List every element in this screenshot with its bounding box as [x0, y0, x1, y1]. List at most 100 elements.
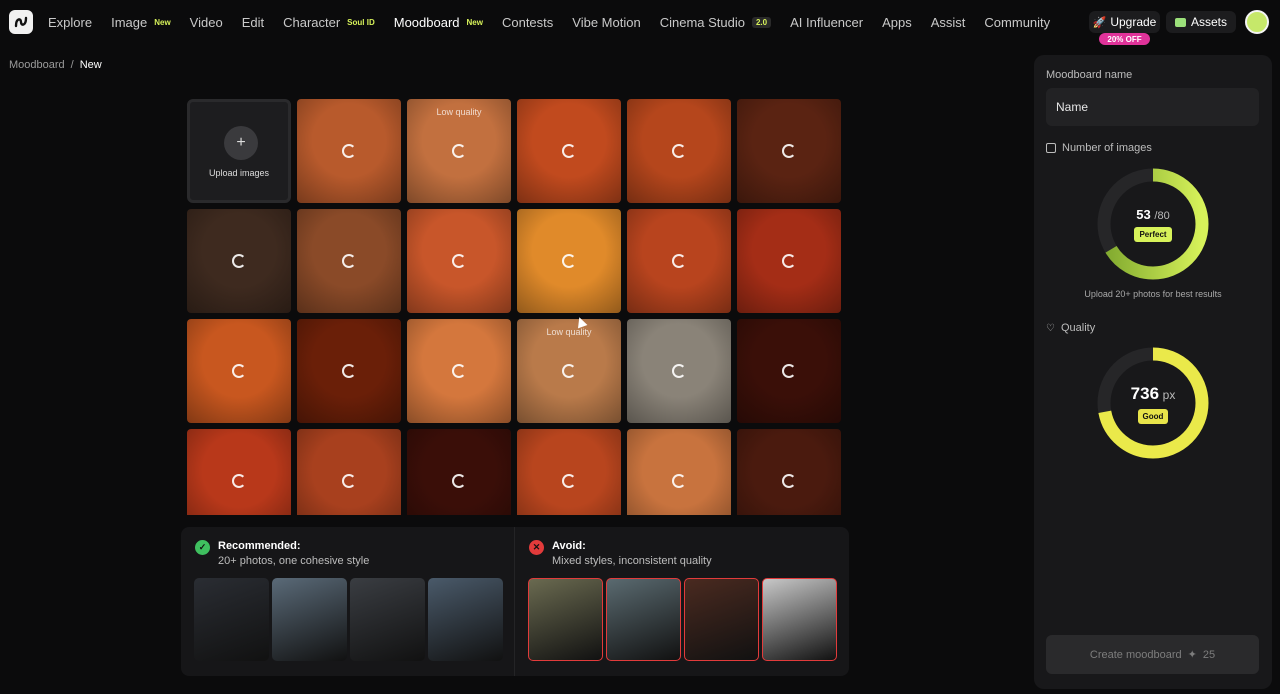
avoid-example-thumb — [606, 578, 681, 661]
moodboard-image-tile[interactable] — [297, 319, 401, 423]
assets-button[interactable]: Assets — [1166, 11, 1236, 33]
moodboard-image-tile[interactable] — [517, 429, 621, 515]
count-max: /80 — [1154, 210, 1170, 222]
low-quality-label: Low quality — [546, 327, 592, 337]
moodboard-image-tile[interactable]: Low quality — [407, 99, 511, 203]
loading-spinner-icon — [562, 474, 576, 488]
moodboard-image-tile[interactable] — [407, 319, 511, 423]
x-icon: ✕ — [529, 540, 544, 555]
nav-item-label: AI Influencer — [790, 14, 864, 30]
rocket-icon: 🚀 — [1092, 16, 1107, 29]
moodboard-image-tile[interactable] — [627, 209, 731, 313]
moodboard-image-tile[interactable] — [517, 99, 621, 203]
sparkle-icon: ✦ — [1187, 649, 1197, 661]
low-quality-label: Low quality — [436, 107, 482, 117]
nav-item-label: Explore — [48, 14, 93, 30]
avoid-section: ✕ Avoid: Mixed styles, inconsistent qual… — [515, 527, 849, 676]
recommended-example-thumb — [428, 578, 503, 661]
image-icon — [1046, 143, 1056, 153]
nav-item-image[interactable]: Image New — [111, 15, 171, 30]
moodboard-image-tile[interactable] — [627, 319, 731, 423]
nav-item-label: Edit — [241, 14, 265, 30]
breadcrumb-root[interactable]: Moodboard — [9, 59, 65, 71]
upload-images-button[interactable]: + Upload images — [187, 99, 291, 203]
nav-item-video[interactable]: Video — [190, 15, 223, 30]
loading-spinner-icon — [452, 144, 466, 158]
nav-item-label: Assist — [930, 14, 966, 30]
loading-spinner-icon — [452, 474, 466, 488]
moodboard-image-tile[interactable]: Low quality — [517, 319, 621, 423]
check-icon: ✓ — [195, 540, 210, 555]
loading-spinner-icon — [672, 474, 686, 488]
nav-item-label: Character — [283, 14, 341, 30]
avoid-title: Avoid: — [552, 540, 586, 552]
top-navigation: Explore Image New Video Edit Character Soul ID… — [0, 0, 1280, 45]
moodboard-image-tile[interactable] — [187, 209, 291, 313]
moodboard-settings-panel: Moodboard name Number of images 53 /80 P… — [1034, 55, 1272, 689]
moodboard-image-tile[interactable] — [407, 209, 511, 313]
create-moodboard-button[interactable]: Create moodboard ✦ 25 — [1046, 635, 1259, 674]
nav-item-vibe-motion[interactable]: Vibe Motion — [572, 15, 640, 30]
moodboard-name-input[interactable] — [1046, 88, 1259, 126]
nav-item-cinema-studio[interactable]: Cinema Studio 2.0 — [660, 15, 772, 30]
nav-item-apps[interactable]: Apps — [882, 15, 912, 30]
loading-spinner-icon — [672, 254, 686, 268]
moodboard-image-tile[interactable] — [737, 319, 841, 423]
count-hint: Upload 20+ photos for best results — [1084, 289, 1222, 299]
quality-label-row: ♡ Quality — [1046, 322, 1095, 334]
moodboard-image-tile[interactable] — [627, 99, 731, 203]
quality-gauge: 736 px Good — [1097, 347, 1209, 459]
moodboard-image-tile[interactable] — [627, 429, 731, 515]
quality-unit: px — [1162, 388, 1176, 402]
moodboard-image-tile[interactable] — [297, 429, 401, 515]
nav-item-ai-influencer[interactable]: AI Influencer — [790, 15, 863, 30]
recommended-section: ✓ Recommended: 20+ photos, one cohesive … — [181, 527, 514, 676]
nav-item-edit[interactable]: Edit — [242, 15, 264, 30]
upgrade-button[interactable]: 🚀 Upgrade — [1089, 11, 1160, 33]
upload-label: Upload images — [208, 168, 270, 178]
moodboard-image-tile[interactable] — [737, 99, 841, 203]
loading-spinner-icon — [782, 474, 796, 488]
nav-item-label: Apps — [882, 14, 912, 30]
nav-item-contests[interactable]: Contests — [502, 15, 553, 30]
nav-item-label: Video — [189, 14, 223, 30]
user-avatar[interactable] — [1245, 10, 1269, 34]
recommended-example-thumb — [194, 578, 269, 661]
count-status-badge: Perfect — [1134, 227, 1172, 242]
loading-spinner-icon — [782, 144, 796, 158]
nav-item-label: Community — [984, 14, 1051, 30]
moodboard-image-tile[interactable] — [737, 209, 841, 313]
loading-spinner-icon — [672, 144, 686, 158]
nav-item-community[interactable]: Community — [984, 15, 1050, 30]
image-count-gauge: 53 /80 Perfect — [1097, 168, 1209, 280]
moodboard-image-tile[interactable] — [297, 209, 401, 313]
moodboard-image-tile[interactable] — [407, 429, 511, 515]
quality-value: 736 — [1130, 384, 1160, 403]
moodboard-image-tile[interactable] — [297, 99, 401, 203]
nav-item-character[interactable]: Character Soul ID — [283, 15, 375, 30]
count-label-row: Number of images — [1046, 142, 1152, 154]
count-value: 53 — [1136, 207, 1151, 222]
loading-spinner-icon — [342, 474, 356, 488]
moodboard-image-tile[interactable] — [737, 429, 841, 515]
moodboard-image-tile[interactable] — [517, 209, 621, 313]
loading-spinner-icon — [342, 144, 356, 158]
nav-item-moodboard[interactable]: Moodboard New — [394, 15, 483, 30]
moodboard-image-tile[interactable] — [187, 429, 291, 515]
app-logo-icon[interactable] — [9, 10, 33, 34]
nav-item-badge: Soul ID — [347, 17, 375, 27]
moodboard-image-tile[interactable] — [187, 319, 291, 423]
nav-item-explore[interactable]: Explore — [48, 15, 92, 30]
loading-spinner-icon — [562, 254, 576, 268]
loading-spinner-icon — [672, 364, 686, 378]
avoid-example-thumb — [762, 578, 837, 661]
nav-item-badge: 2.0 — [751, 16, 772, 28]
avoid-subtitle: Mixed styles, inconsistent quality — [552, 555, 712, 567]
count-label: Number of images — [1062, 142, 1152, 154]
loading-spinner-icon — [452, 364, 466, 378]
nav-item-badge: New — [466, 17, 483, 27]
avoid-thumbs — [528, 578, 837, 661]
breadcrumb: Moodboard / New — [9, 59, 102, 71]
nav-item-assist[interactable]: Assist — [931, 15, 966, 30]
recommended-thumbs — [194, 578, 503, 661]
